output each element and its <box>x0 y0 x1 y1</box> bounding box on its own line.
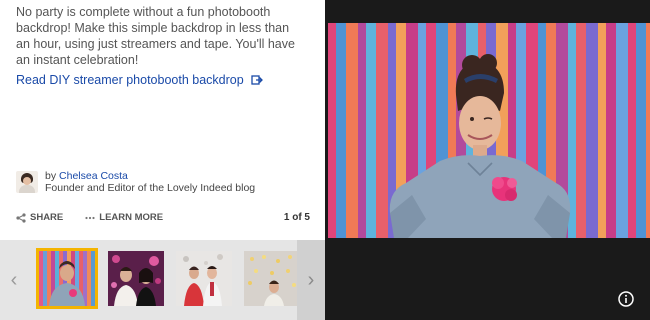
learn-more-label: LEARN MORE <box>99 212 164 223</box>
next-arrow-button[interactable]: › <box>297 240 325 320</box>
read-article-link-label: Read DIY streamer photobooth backdrop <box>16 73 244 87</box>
author-by: by <box>45 170 57 182</box>
thumbnail-2[interactable] <box>108 251 164 306</box>
main-photo <box>328 23 650 238</box>
article-panel: No party is complete without a fun photo… <box>0 0 325 320</box>
share-button[interactable]: SHARE <box>16 212 63 223</box>
share-label: SHARE <box>30 212 64 223</box>
slide-counter: 1 of 5 <box>283 212 310 223</box>
author-name-link[interactable]: Chelsea Costa <box>59 170 128 182</box>
read-article-link[interactable]: Read DIY streamer photobooth backdrop <box>16 73 263 87</box>
learn-more-button[interactable]: LEARN MORE <box>85 212 163 223</box>
info-icon[interactable] <box>618 291 634 307</box>
thumbnail-strip: ‹ › <box>0 240 325 320</box>
author-avatar <box>16 171 38 193</box>
action-bar: SHARE LEARN MORE 1 of 5 <box>16 212 310 223</box>
external-link-icon <box>251 75 263 85</box>
more-dots-icon <box>85 216 95 219</box>
prev-arrow-button[interactable]: ‹ <box>0 240 28 320</box>
thumbnail-3[interactable] <box>176 251 232 306</box>
share-icon <box>16 212 26 223</box>
author-role: Founder and Editor of the Lovely Indeed … <box>45 182 256 194</box>
article-description: No party is complete without a fun photo… <box>16 5 295 67</box>
thumbnail-4[interactable] <box>244 251 300 306</box>
author-block: by Chelsea Costa Founder and Editor of t… <box>16 170 255 194</box>
thumbnail-1[interactable] <box>36 248 98 309</box>
author-text: by Chelsea Costa Founder and Editor of t… <box>45 170 255 194</box>
